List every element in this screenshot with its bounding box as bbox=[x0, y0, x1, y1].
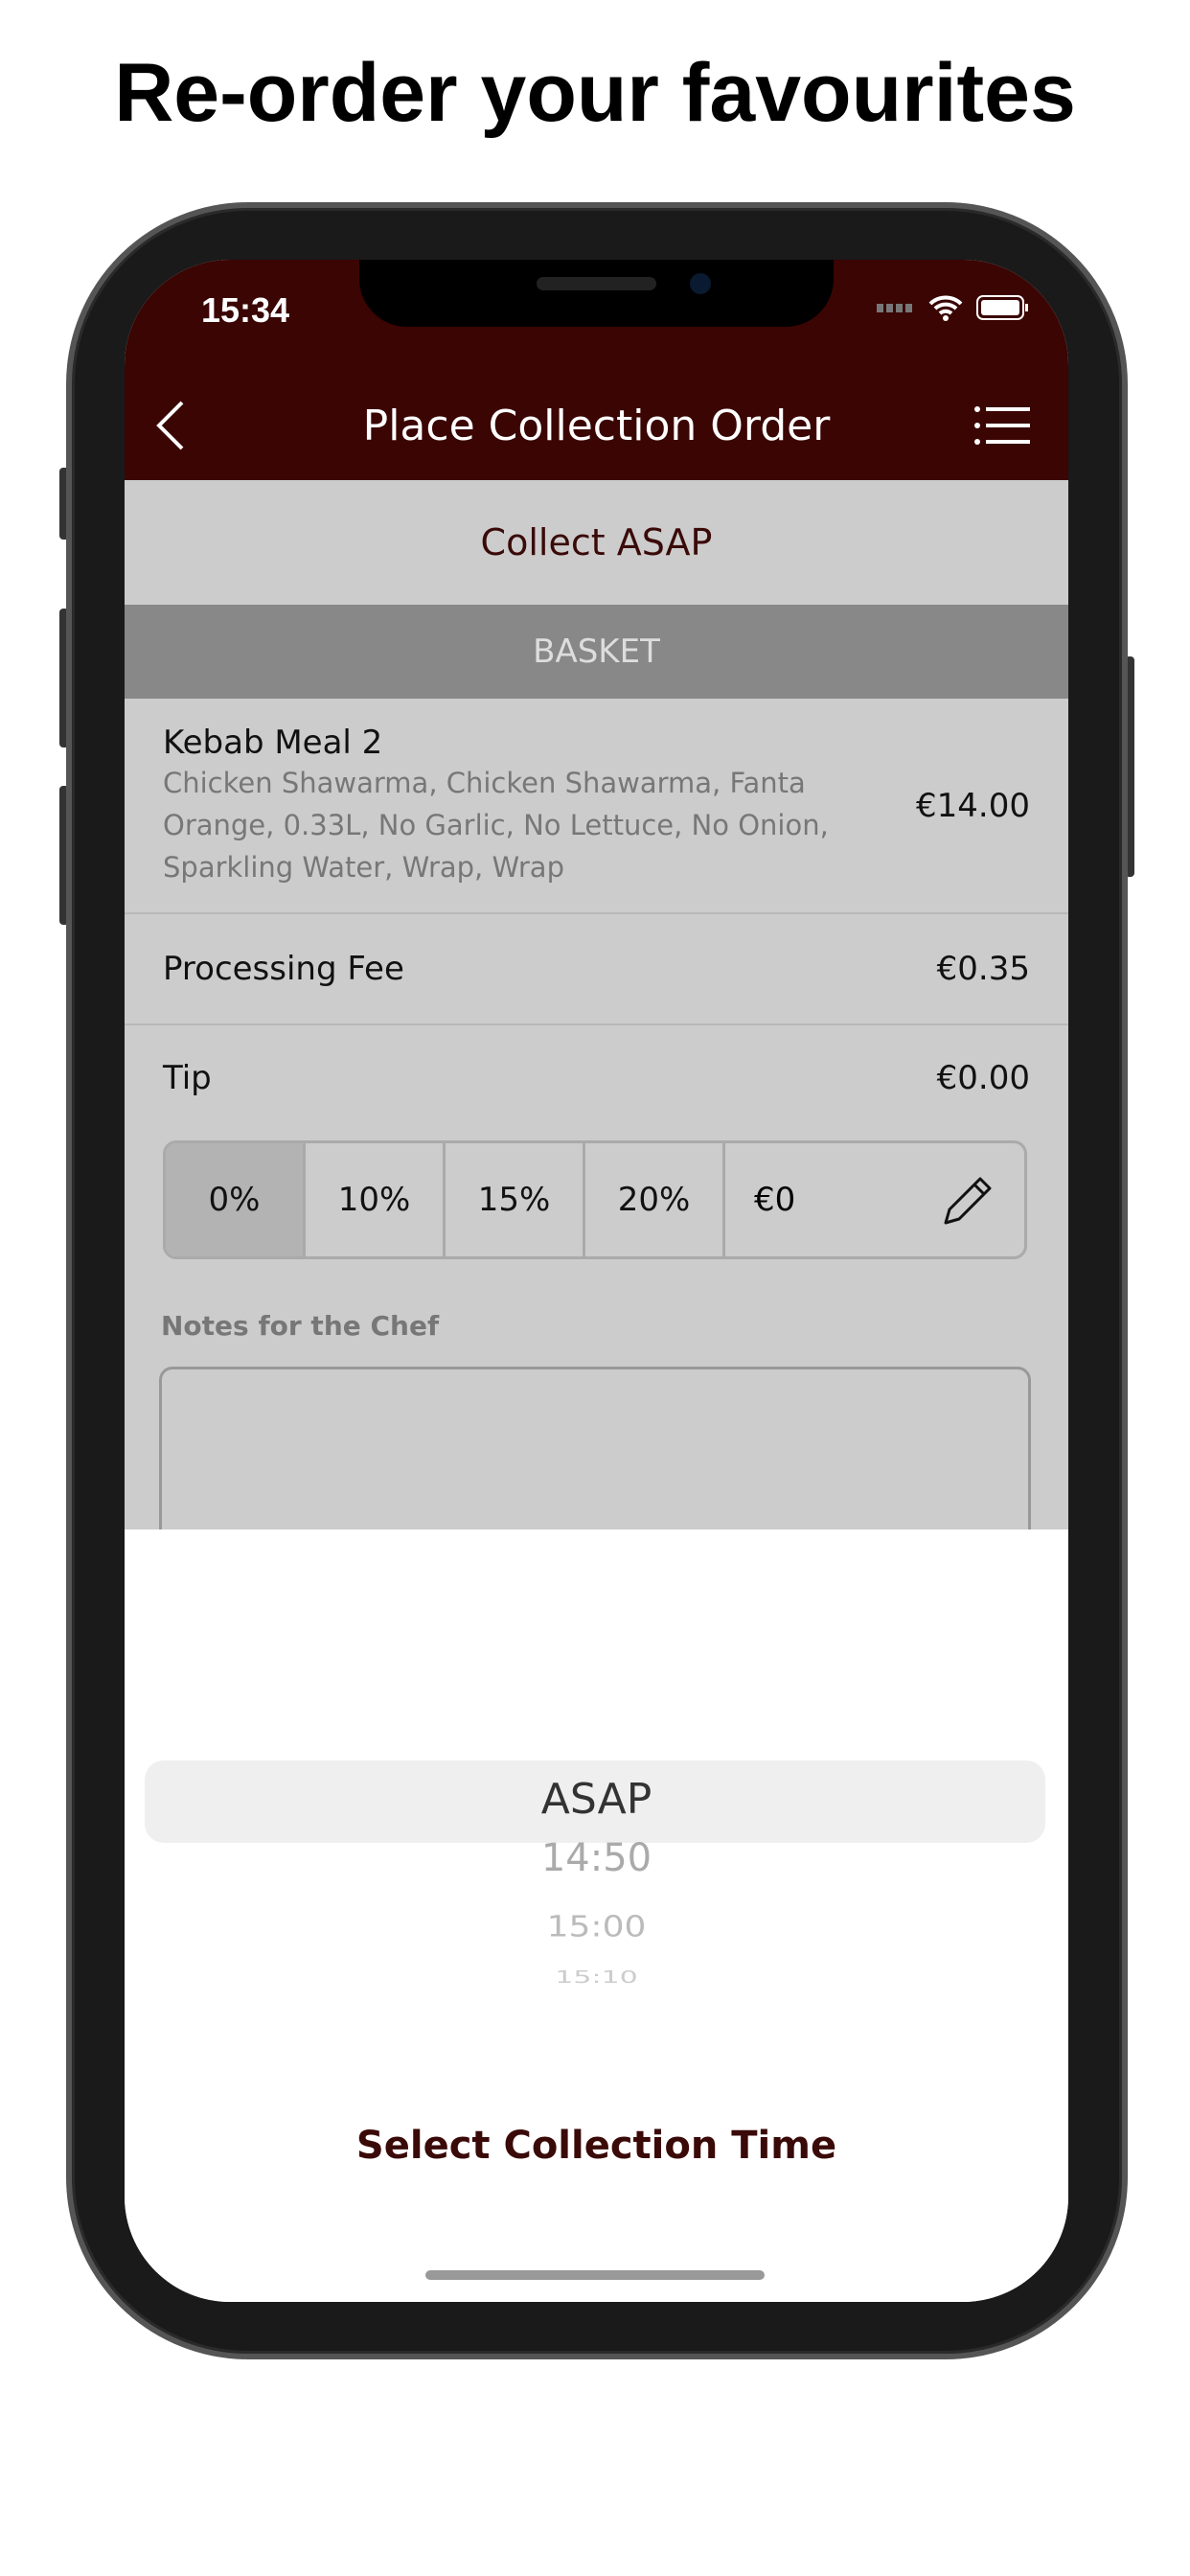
signal-icon bbox=[877, 304, 912, 312]
pencil-icon[interactable] bbox=[942, 1173, 995, 1227]
basket-item[interactable]: Kebab Meal 2 Chicken Shawarma, Chicken S… bbox=[125, 699, 1068, 914]
custom-tip-input[interactable]: €0 bbox=[725, 1143, 1024, 1256]
picker-option[interactable]: 14:50 bbox=[125, 1836, 1068, 1880]
tip-value: €0.00 bbox=[936, 1059, 1030, 1097]
tip-option-20[interactable]: 20% bbox=[585, 1143, 725, 1256]
menu-icon[interactable] bbox=[974, 405, 1030, 446]
item-description: Chicken Shawarma, Chicken Shawarma, Fant… bbox=[163, 766, 829, 884]
custom-tip-value: €0 bbox=[754, 1181, 796, 1219]
nav-header: 15:34 Place Collection Order bbox=[125, 260, 1068, 480]
order-content: Collect ASAP BASKET Kebab Meal 2 Chicken… bbox=[125, 480, 1068, 1530]
collect-asap-button[interactable]: Collect ASAP bbox=[125, 480, 1068, 605]
select-collection-time-button[interactable]: Select Collection Time bbox=[125, 2124, 1068, 2168]
item-price: €14.00 bbox=[916, 786, 1030, 825]
picker-option[interactable]: 15:10 bbox=[125, 1967, 1068, 1988]
tip-option-15[interactable]: 15% bbox=[446, 1143, 585, 1256]
status-icons bbox=[877, 294, 1030, 321]
tip-selector: 0% 10% 15% 20% €0 bbox=[163, 1140, 1027, 1259]
notes-label: Notes for the Chef bbox=[161, 1310, 440, 1342]
processing-fee-row: Processing Fee €0.35 bbox=[125, 914, 1068, 1025]
speaker bbox=[537, 277, 656, 290]
notes-textarea[interactable] bbox=[159, 1367, 1031, 1530]
wifi-icon bbox=[928, 295, 963, 321]
tip-label: Tip bbox=[163, 1059, 212, 1097]
camera bbox=[690, 273, 711, 294]
fee-value: €0.35 bbox=[936, 950, 1030, 988]
battery-icon bbox=[976, 295, 1028, 320]
status-time: 15:34 bbox=[201, 290, 290, 330]
promo-headline: Re-order your favourites bbox=[114, 47, 1076, 139]
collection-time-sheet: ASAP 14:50 15:00 15:10 Select Collection… bbox=[125, 1530, 1068, 2302]
tip-option-0[interactable]: 0% bbox=[166, 1143, 306, 1256]
item-title: Kebab Meal 2 bbox=[163, 723, 383, 762]
app-screen: 15:34 Place Collection Order Collect ASA… bbox=[125, 260, 1068, 2302]
picker-option-asap[interactable]: ASAP bbox=[125, 1775, 1068, 1824]
fee-label: Processing Fee bbox=[163, 950, 404, 988]
notch bbox=[359, 260, 834, 327]
tip-row: Tip €0.00 bbox=[125, 1025, 1068, 1131]
picker-option[interactable]: 15:00 bbox=[125, 1910, 1068, 1944]
page-title: Place Collection Order bbox=[362, 402, 831, 450]
tip-option-10[interactable]: 10% bbox=[306, 1143, 446, 1256]
basket-header: BASKET bbox=[125, 605, 1068, 699]
home-indicator[interactable] bbox=[425, 2270, 765, 2280]
